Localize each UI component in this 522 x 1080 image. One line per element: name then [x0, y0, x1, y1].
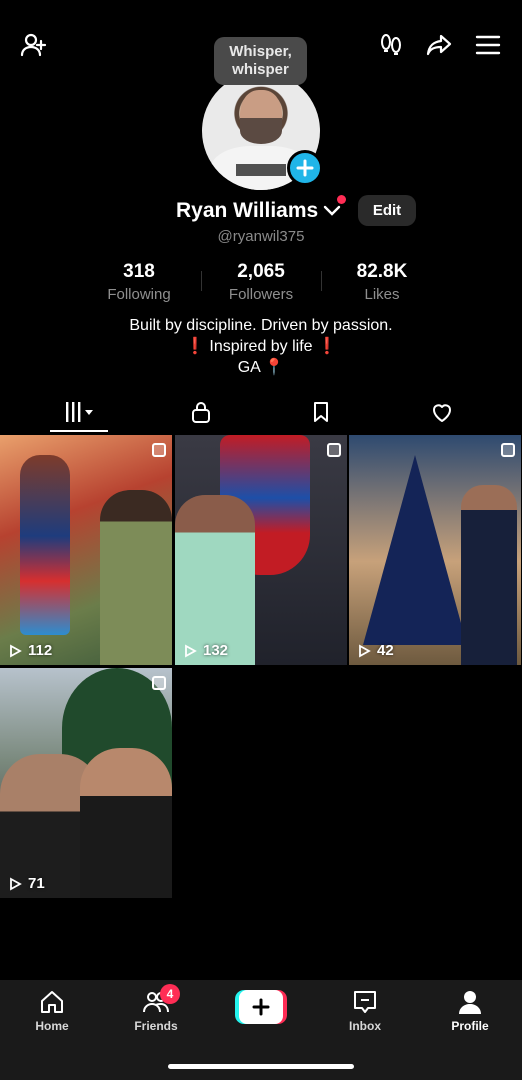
play-icon	[10, 876, 22, 891]
edit-profile-button[interactable]: Edit	[358, 195, 416, 226]
view-count: 42	[357, 642, 394, 659]
stat-followers-value: 2,065	[237, 261, 285, 282]
video-thumbnail[interactable]: 71	[0, 668, 172, 898]
nav-profile-label: Profile	[451, 1019, 489, 1033]
tab-liked[interactable]	[377, 393, 507, 431]
profile-icon	[459, 991, 481, 1014]
whisper-tooltip: Whisper, whisper	[214, 37, 307, 85]
name-row: Ryan Williams Edit	[0, 195, 522, 227]
profile-handle: @ryanwil375	[217, 228, 305, 245]
footprints-icon[interactable]	[376, 30, 406, 60]
stat-divider	[321, 271, 322, 291]
inbox-icon	[354, 991, 376, 1013]
share-icon[interactable]	[424, 30, 454, 60]
pinned-icon	[152, 443, 166, 457]
video-thumbnail[interactable]: 132	[175, 435, 347, 665]
profile-bio: Built by discipline. Driven by passion. …	[0, 315, 522, 378]
stat-followers-label: Followers	[228, 286, 294, 303]
stat-following[interactable]: 318 Following	[84, 261, 194, 303]
home-icon	[41, 991, 63, 1013]
stat-likes-value: 82.8K	[356, 261, 408, 282]
stat-following-label: Following	[107, 286, 171, 303]
nav-inbox-label: Inbox	[349, 1019, 381, 1033]
stat-followers[interactable]: 2,065 Followers	[206, 261, 316, 303]
play-icon	[10, 643, 22, 658]
lock-icon	[192, 402, 210, 423]
menu-icon[interactable]	[473, 30, 503, 60]
profile-name: Ryan Williams	[176, 199, 319, 222]
view-count-value: 42	[377, 642, 394, 659]
pinned-icon	[501, 443, 515, 457]
video-thumbnail[interactable]: 42	[349, 435, 521, 665]
stat-following-value: 318	[123, 261, 155, 282]
profile-stats: 318 Following 2,065 Followers 82.8K Like…	[0, 261, 522, 305]
bio-line: GA 📍	[237, 359, 285, 376]
tab-videos[interactable]	[14, 393, 144, 431]
videos-grid-icon	[66, 402, 93, 422]
add-story-button[interactable]	[287, 150, 323, 186]
profile-tabs	[0, 393, 522, 433]
video-thumbnail[interactable]: 112	[0, 435, 172, 665]
play-icon	[359, 643, 371, 658]
pinned-icon	[152, 676, 166, 690]
plus-icon	[252, 998, 270, 1016]
tab-active-indicator	[50, 430, 108, 432]
nav-inbox[interactable]: Inbox	[325, 988, 405, 1033]
view-count: 112	[8, 642, 52, 659]
view-count-value: 132	[203, 642, 229, 659]
view-count: 132	[183, 642, 228, 659]
play-icon	[185, 643, 197, 658]
nav-friends-label: Friends	[134, 1019, 178, 1033]
bookmark-icon	[314, 402, 328, 422]
tab-saved[interactable]	[256, 393, 386, 431]
stat-divider	[201, 271, 202, 291]
friends-badge: 4	[160, 984, 180, 1004]
view-count-value: 112	[28, 642, 53, 659]
notification-dot	[337, 195, 346, 204]
create-button[interactable]	[235, 990, 287, 1024]
view-count-value: 71	[28, 875, 45, 892]
stat-likes-label: Likes	[364, 286, 400, 303]
nav-home-label: Home	[35, 1019, 69, 1033]
bio-line: Built by discipline. Driven by passion.	[129, 317, 393, 334]
view-count: 71	[8, 875, 45, 892]
pinned-icon	[327, 443, 341, 457]
tooltip-line2: whisper	[232, 61, 289, 78]
add-friend-icon[interactable]	[18, 30, 48, 60]
nav-home[interactable]: Home	[12, 988, 92, 1033]
nav-profile[interactable]: Profile	[430, 988, 510, 1033]
tab-private[interactable]	[136, 393, 266, 431]
stat-likes[interactable]: 82.8K Likes	[327, 261, 437, 303]
tooltip-line1: Whisper,	[229, 43, 292, 60]
nav-friends[interactable]: 4 Friends	[116, 984, 196, 1033]
bio-line: ❗ Inspired by life ❗	[185, 338, 337, 355]
home-indicator	[168, 1064, 354, 1069]
heart-icon	[433, 404, 451, 422]
